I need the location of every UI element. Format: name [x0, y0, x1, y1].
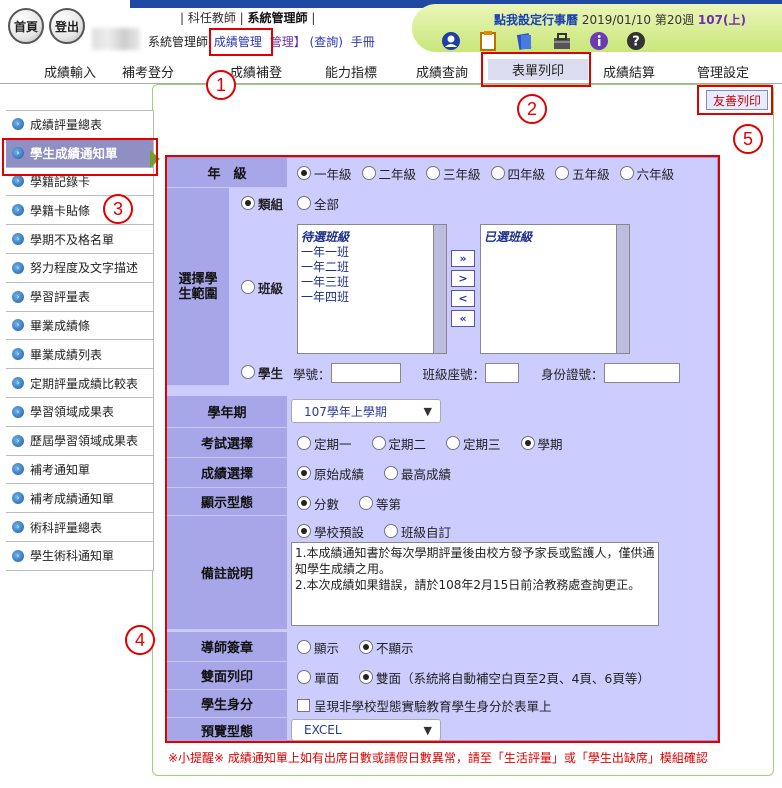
sidebar-item-label: 定期評量成績比較表	[30, 376, 139, 391]
sidebar-item-label: 努力程度及文字描述	[30, 261, 139, 276]
sidebar-item-makeup-notice[interactable]: › 補考通知單	[6, 455, 154, 485]
highlight-box-5	[697, 85, 773, 115]
manage-link[interactable]: 管理】	[270, 35, 306, 49]
arrow-bullet-icon: ›	[12, 492, 24, 505]
step-number-5: 5	[733, 124, 763, 154]
arrow-bullet-icon: ›	[12, 405, 24, 418]
arrow-bullet-icon: ›	[12, 319, 24, 332]
sidebar-item-label: 學生術科通知單	[30, 549, 115, 564]
date-week: 2019/01/10 第20週	[581, 13, 695, 27]
term-label: 107(上)	[697, 13, 746, 27]
tab-management[interactable]: 管理設定	[697, 62, 749, 81]
tab-score-query[interactable]: 成績查詢	[416, 62, 468, 81]
sidebar-item-graduation-list[interactable]: › 畢業成績列表	[6, 340, 154, 370]
info-icon[interactable]	[588, 30, 610, 52]
arrow-bullet-icon: ›	[12, 377, 24, 390]
tab-makeup-entry[interactable]: 補考登分	[122, 62, 174, 81]
user-name-redacted	[92, 28, 140, 50]
sidebar-item-periodic-comparison[interactable]: › 定期評量成績比較表	[6, 369, 154, 398]
arrow-bullet-icon: ›	[12, 175, 24, 188]
sidebar-item-graduation-slip[interactable]: › 畢業成績條	[6, 311, 154, 341]
sidebar-item-domain-results[interactable]: › 學習領域成果表	[6, 397, 154, 427]
arrow-bullet-icon: ›	[12, 290, 24, 303]
calendar-setting-link[interactable]: 點我設定行事曆	[494, 13, 578, 27]
sidebar-item-skill-summary[interactable]: › 術科評量總表	[6, 513, 154, 542]
query-link[interactable]: (查詢)	[310, 35, 343, 49]
arrow-bullet-icon: ›	[12, 348, 24, 361]
calendar-info: 點我設定行事曆 2019/01/10 第20週 107(上)	[494, 11, 746, 28]
manual-link[interactable]: 手冊	[351, 35, 375, 49]
sidebar-item-skill-notice[interactable]: › 學生術科通知單	[6, 541, 154, 571]
step-number-4: 4	[125, 625, 155, 655]
logout-button[interactable]: 登出	[49, 8, 85, 44]
arrow-bullet-icon: ›	[12, 233, 24, 246]
sidebar-item-label: 補考通知單	[30, 462, 91, 477]
sidebar-item-label: 學習評量表	[30, 290, 91, 305]
sidebar-item-makeup-score-notice[interactable]: › 補考成績通知單	[6, 484, 154, 514]
sidebar-item-label: 畢業成績條	[30, 318, 91, 333]
arrow-bullet-icon: ›	[12, 434, 24, 447]
reminder-text: ※小提醒※ 成績通知單上如有出席日數或請假日數異常，請至「生活評量」或「學生出缺…	[168, 751, 708, 765]
sidebar-item-label: 學習領域成果表	[30, 405, 115, 420]
sidebar: › 成績評量總表 › 學生成績通知單 › 學籍記錄卡 › 學籍卡貼條 › 學期不及格名單 …	[6, 110, 154, 571]
role-suffix: |	[311, 11, 316, 25]
highlight-box-3	[2, 138, 158, 176]
sidebar-item-learning-assessment[interactable]: › 學習評量表	[6, 282, 154, 312]
highlight-box-4	[165, 155, 720, 743]
sidebar-item-label: 學期不及格名單	[30, 232, 115, 247]
tab-score-supplement[interactable]: 成績補登	[230, 62, 282, 81]
sidebar-item-score-summary[interactable]: › 成績評量總表	[6, 110, 154, 139]
role-line: | 科任教師 | 系統管理師 |	[180, 9, 315, 26]
notepad-icon[interactable]	[477, 30, 499, 52]
sidebar-item-label: 補考成績通知單	[30, 491, 115, 506]
sys-admin-label: 系統管理師	[148, 35, 209, 49]
arrow-bullet-icon: ›	[12, 463, 24, 476]
svg-text:?: ?	[632, 35, 640, 50]
tab-score-input[interactable]: 成績輸入	[44, 62, 96, 81]
role-teacher: | 科任教師 |	[180, 11, 244, 25]
toolbox-icon[interactable]	[551, 30, 573, 52]
tab-ability-index[interactable]: 能力指標	[325, 62, 377, 81]
sidebar-item-label: 歷屆學習領域成果表	[30, 434, 139, 449]
sidebar-item-effort-description[interactable]: › 努力程度及文字描述	[6, 253, 154, 283]
tab-score-settlement[interactable]: 成績結算	[603, 62, 655, 81]
sidebar-item-historical-results[interactable]: › 歷屆學習領域成果表	[6, 426, 154, 456]
arrow-bullet-icon: ›	[12, 549, 24, 562]
arrow-bullet-icon: ›	[12, 118, 24, 131]
main-nav	[0, 56, 782, 84]
book-icon[interactable]	[514, 30, 536, 52]
step-number-2: 2	[517, 94, 547, 124]
role-admin: 系統管理師	[247, 11, 308, 25]
sidebar-item-label: 畢業成績列表	[30, 347, 103, 362]
step-number-3: 3	[103, 194, 133, 224]
home-button[interactable]: 首頁	[8, 8, 44, 44]
sidebar-item-label: 學籍卡貼條	[30, 203, 91, 218]
arrow-bullet-icon: ›	[12, 521, 24, 534]
arrow-bullet-icon: ›	[12, 204, 24, 217]
sidebar-item-failing-list[interactable]: › 學期不及格名單	[6, 225, 154, 254]
highlight-box-2	[481, 52, 591, 87]
help-icon[interactable]: ?	[625, 30, 647, 52]
sidebar-item-label: 成績評量總表	[30, 117, 103, 132]
sidebar-item-label: 術科評量總表	[30, 520, 103, 535]
arrow-bullet-icon: ›	[12, 261, 24, 274]
user-profile-icon[interactable]	[440, 30, 462, 52]
highlight-box-1	[209, 28, 273, 56]
step-number-1: 1	[206, 70, 236, 100]
